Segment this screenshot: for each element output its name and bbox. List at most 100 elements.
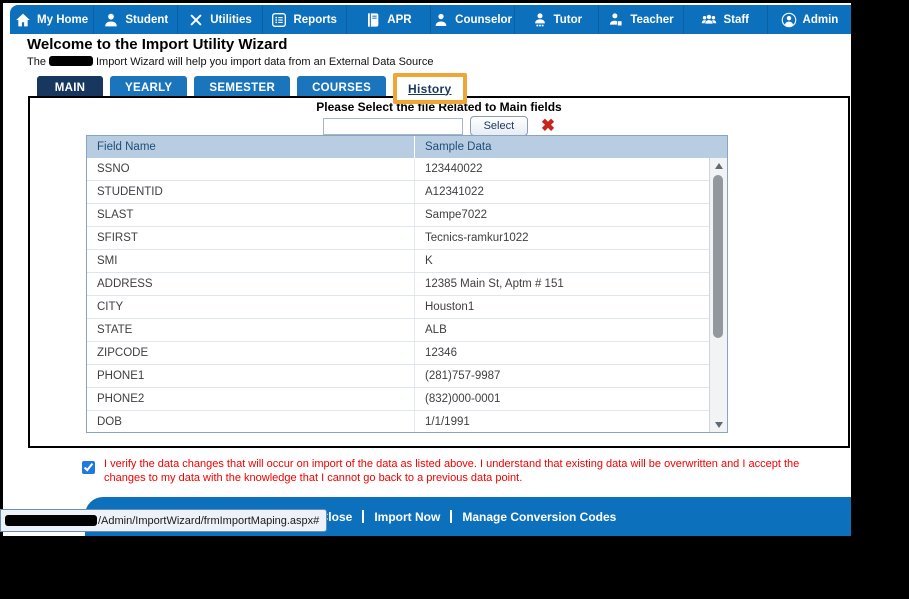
field-name-cell: ZIPCODE: [87, 342, 415, 364]
field-name-cell: PHONE2: [87, 388, 415, 410]
tab-label: History: [408, 81, 452, 96]
select-file-button[interactable]: Select: [469, 116, 528, 136]
import-wizard-panel: Please Select the file Related to Main f…: [28, 96, 850, 448]
scrollbar-thumb[interactable]: [713, 175, 723, 338]
counselor-icon: [433, 12, 449, 28]
sample-data-cell: Tecnics-ramkur1022: [425, 232, 529, 244]
table-body: SSNO 123440022 STUDENTID A12341022 SLAST…: [87, 158, 727, 432]
table-header: Field Name Sample Data: [87, 136, 727, 158]
footer-link-import-now[interactable]: Import Now: [364, 510, 450, 524]
scroll-up-icon: [714, 162, 723, 169]
nav-item-label: Tutor: [553, 13, 583, 26]
table-row[interactable]: DOB 1/1/1991: [87, 411, 727, 432]
sample-data-cell: 1/1/1991: [425, 416, 470, 428]
sample-data-cell: 12346: [425, 347, 457, 359]
verify-row: I verify the data changes that will occu…: [78, 457, 823, 485]
nav-item-teacher[interactable]: Teacher: [598, 5, 682, 34]
nav-item-tutor[interactable]: Tutor: [514, 5, 598, 34]
nav-item-label: My Home: [37, 13, 89, 26]
field-name-cell: PHONE1: [87, 365, 415, 387]
sample-data-cell: Sampe7022: [425, 209, 488, 221]
nav-item-student[interactable]: Student: [93, 5, 177, 34]
admin-icon: [781, 12, 797, 28]
table-row[interactable]: PHONE2 (832)000-0001: [87, 388, 727, 411]
footer-link-manage-conversion-codes[interactable]: Manage Conversion Codes: [452, 510, 626, 524]
tab-label: COURSES: [312, 82, 372, 94]
sample-data-cell: (281)757-9987: [425, 370, 501, 382]
field-name-cell: SLAST: [87, 204, 415, 226]
table-row[interactable]: ADDRESS 12385 Main St, Aptm # 151: [87, 273, 727, 296]
table-row[interactable]: SLAST Sampe7022: [87, 204, 727, 227]
vertical-scrollbar[interactable]: [709, 158, 727, 432]
nav-item-my-home[interactable]: My Home: [10, 5, 93, 34]
nav-item-admin[interactable]: Admin: [766, 5, 851, 34]
tools-icon: [188, 12, 204, 28]
scroll-down-icon: [714, 421, 723, 428]
field-name-cell: SFIRST: [87, 227, 415, 249]
table-row[interactable]: CITY Houston1: [87, 296, 727, 319]
app-window: My Home Student Utilities Reports APR Co…: [0, 3, 851, 536]
field-name-cell: SSNO: [87, 158, 415, 180]
field-name-cell: STUDENTID: [87, 181, 415, 203]
scroll-up-button[interactable]: [710, 158, 727, 173]
nav-item-apr[interactable]: APR: [345, 5, 430, 34]
field-name-cell: SMI: [87, 250, 415, 272]
subtitle-suffix: Import Wizard will help you import data …: [95, 56, 434, 68]
nav-item-reports[interactable]: Reports: [261, 5, 346, 34]
subtitle-prefix: The: [27, 56, 46, 68]
table-row[interactable]: PHONE1 (281)757-9987: [87, 365, 727, 388]
file-input[interactable]: [322, 117, 463, 135]
table-row[interactable]: STATE ALB: [87, 319, 727, 342]
status-bar: /Admin/ImportWizard/frmImportMaping.aspx…: [0, 509, 328, 532]
tab-label: MAIN: [54, 82, 86, 94]
file-select-row: Select ✖: [30, 115, 848, 137]
field-mapping-table: Field Name Sample Data SSNO 123440022 ST…: [86, 135, 728, 433]
page-title: Welcome to the Import Utility Wizard: [27, 36, 288, 53]
field-name-cell: ADDRESS: [87, 273, 415, 295]
table-row[interactable]: ZIPCODE 12346: [87, 342, 727, 365]
nav-item-label: Staff: [723, 13, 749, 26]
book-icon: [365, 12, 381, 28]
table-row[interactable]: SMI K: [87, 250, 727, 273]
nav-item-label: Counselor: [455, 13, 513, 26]
scroll-down-button[interactable]: [710, 417, 727, 432]
field-name-cell: CITY: [87, 296, 415, 318]
tab-history[interactable]: History: [393, 73, 467, 104]
header-scroll-spacer: [710, 136, 727, 158]
column-header-sample-data: Sample Data: [425, 141, 492, 153]
nav-item-label: Utilities: [210, 13, 252, 26]
status-url-path: /Admin/ImportWizard/frmImportMaping.aspx…: [98, 514, 320, 527]
tab-label: SEMESTER: [209, 82, 276, 94]
sample-data-cell: A12341022: [425, 186, 484, 198]
page-subtitle: The Import Wizard will help you import da…: [27, 56, 433, 68]
redacted-text: [48, 56, 93, 66]
table-row[interactable]: SSNO 123440022: [87, 158, 727, 181]
tutor-icon: [532, 12, 548, 28]
nav-item-staff[interactable]: Staff: [682, 5, 767, 34]
teacher-icon: [608, 12, 624, 28]
student-icon: [103, 12, 119, 28]
table-row[interactable]: SFIRST Tecnics-ramkur1022: [87, 227, 727, 250]
staff-icon: [701, 12, 717, 28]
column-header-field-name: Field Name: [87, 136, 415, 158]
redacted-domain: [5, 515, 97, 526]
nav-item-label: Reports: [293, 13, 337, 26]
field-name-cell: STATE: [87, 319, 415, 341]
sample-data-cell: K: [425, 255, 433, 267]
home-icon: [15, 12, 31, 28]
sample-data-cell: 12385 Main St, Aptm # 151: [425, 278, 564, 290]
footer-links: Close Import Now Manage Conversion Codes: [310, 510, 627, 524]
verify-text: I verify the data changes that will occu…: [104, 458, 800, 484]
nav-item-label: Teacher: [630, 13, 674, 26]
nav-item-label: Admin: [802, 13, 839, 26]
nav-item-utilities[interactable]: Utilities: [177, 5, 261, 34]
verify-checkbox[interactable]: [82, 461, 95, 474]
navbar: My Home Student Utilities Reports APR Co…: [10, 5, 851, 34]
nav-item-label: APR: [387, 13, 412, 26]
sample-data-cell: Houston1: [425, 301, 475, 313]
nav-item-counselor[interactable]: Counselor: [430, 5, 514, 34]
table-row[interactable]: STUDENTID A12341022: [87, 181, 727, 204]
red-x-icon[interactable]: ✖: [541, 116, 555, 136]
sample-data-cell: ALB: [425, 324, 447, 336]
reports-icon: [271, 12, 287, 28]
